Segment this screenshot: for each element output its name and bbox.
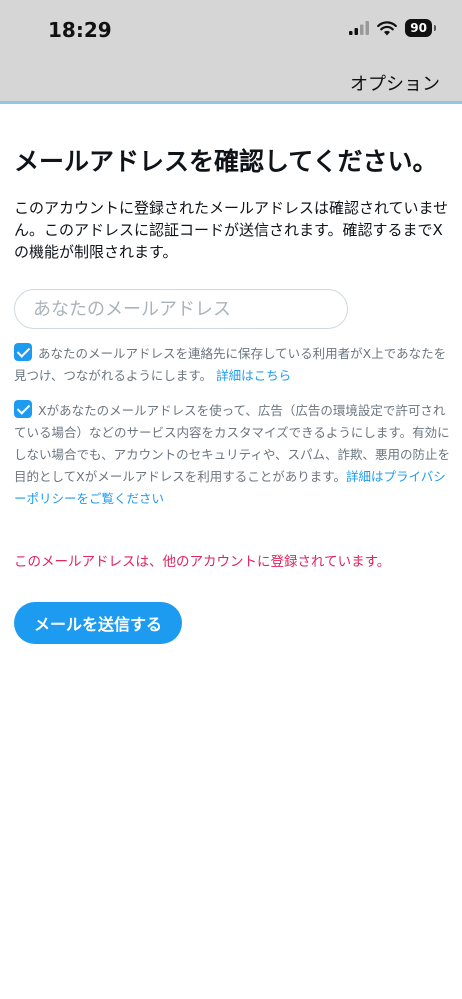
- personalization-checkbox[interactable]: [14, 400, 32, 418]
- battery-indicator: 90: [405, 19, 436, 37]
- error-message: このメールアドレスは、他のアカウントに登録されています。: [14, 554, 391, 570]
- description-text: このアカウントに登録されたメールアドレスは確認されていません。このアドレスに認証…: [14, 199, 449, 261]
- top-bar: 18:29 90 オプション: [0, 0, 462, 104]
- personalization-option: Xがあなたのメールアドレスを使って、広告（広告の環境設定で許可されている場合）な…: [14, 400, 450, 510]
- signal-bars-icon: [349, 21, 370, 35]
- email-input[interactable]: [14, 289, 348, 329]
- send-email-button[interactable]: メールを送信する: [14, 602, 183, 644]
- wifi-icon: [377, 20, 398, 35]
- contacts-checkbox[interactable]: [14, 343, 32, 361]
- status-icons: 90: [349, 19, 436, 37]
- status-time: 18:29: [48, 18, 112, 42]
- contacts-learn-more-link[interactable]: 詳細はこちら: [216, 368, 291, 383]
- page-title: メールアドレスを確認してください。: [14, 147, 438, 176]
- contacts-option: あなたのメールアドレスを連絡先に保存している利用者がX上であなたを見つけ、つなが…: [14, 343, 450, 387]
- options-button[interactable]: オプション: [350, 70, 440, 96]
